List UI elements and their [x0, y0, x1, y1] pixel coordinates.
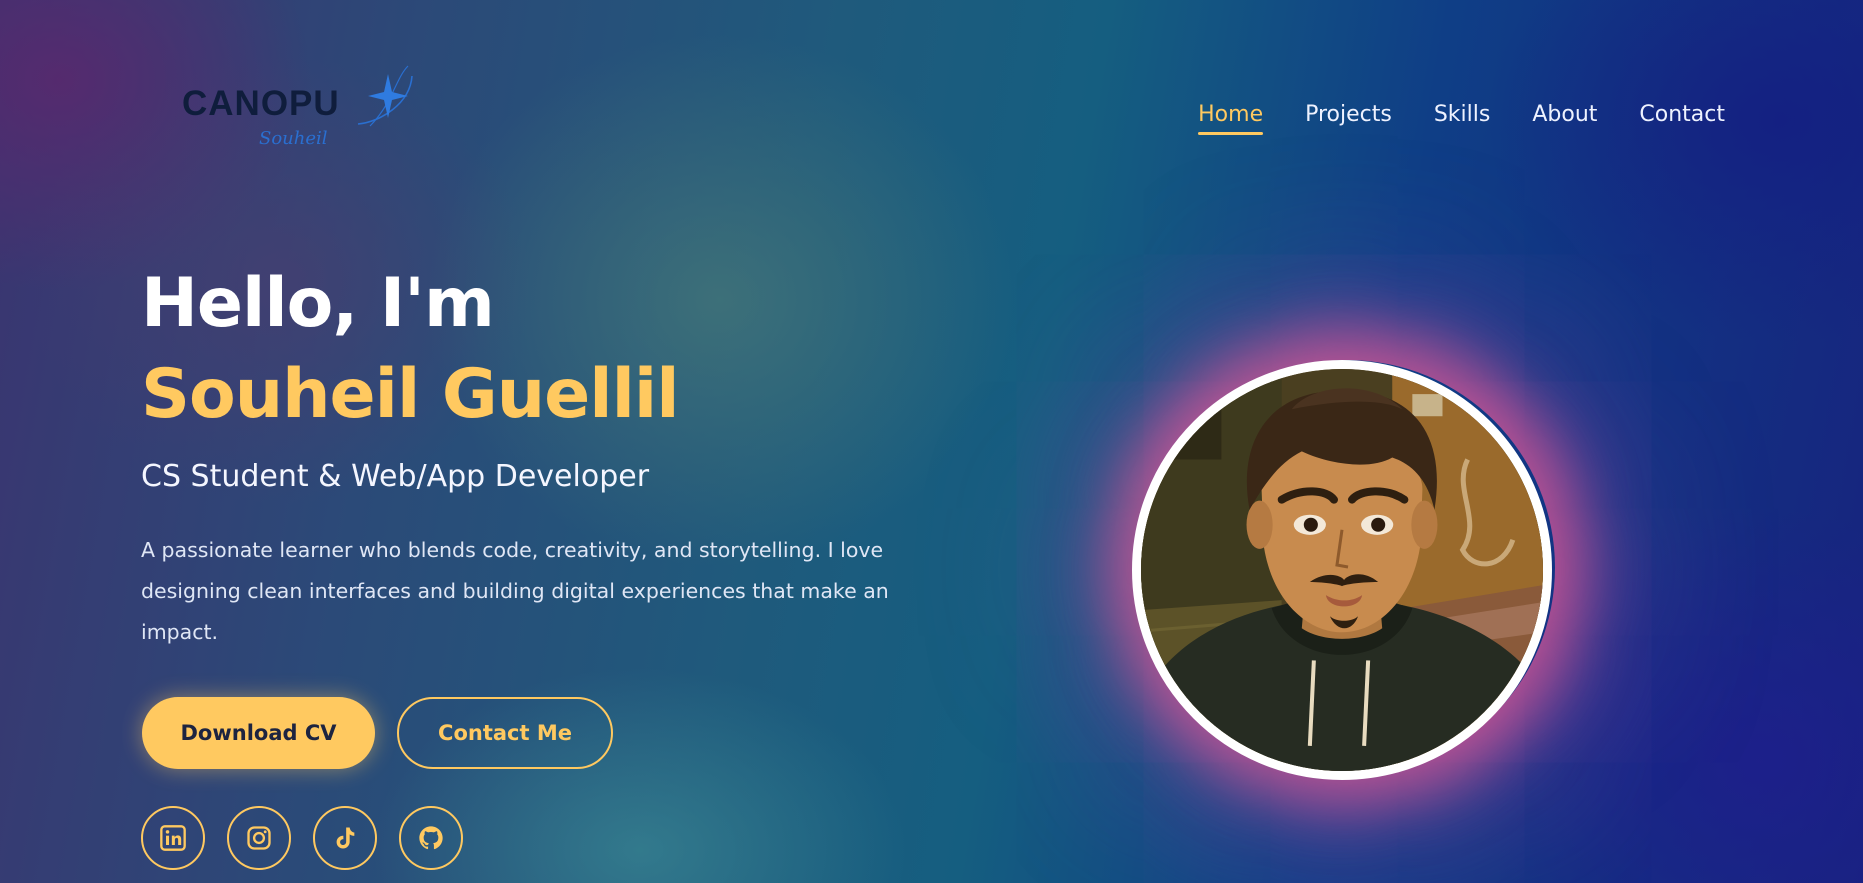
social-links — [141, 806, 463, 870]
nav-item-home[interactable]: Home — [1198, 102, 1263, 135]
nav-item-about[interactable]: About — [1532, 102, 1597, 133]
hero-description: A passionate learner who blends code, cr… — [141, 538, 889, 644]
tiktok-link[interactable] — [313, 806, 377, 870]
nav-item-skills[interactable]: Skills — [1434, 102, 1491, 133]
linkedin-link[interactable] — [141, 806, 205, 870]
avatar-illustration — [1141, 369, 1543, 771]
github-link[interactable] — [399, 806, 463, 870]
hero-greeting: Hello, I'm — [141, 264, 495, 343]
logo-signature: Souheil — [259, 128, 328, 149]
profile-avatar — [1132, 360, 1552, 780]
nav-item-contact[interactable]: Contact — [1639, 102, 1725, 133]
instagram-icon — [247, 826, 271, 850]
download-cv-button[interactable]: Download CV — [142, 697, 375, 769]
instagram-link[interactable] — [227, 806, 291, 870]
github-icon — [419, 826, 443, 850]
tiktok-icon — [336, 827, 355, 849]
logo-wordmark: CANOPU — [182, 84, 340, 123]
contact-me-button[interactable]: Contact Me — [397, 697, 613, 769]
linkedin-icon — [160, 825, 186, 851]
nav-item-projects[interactable]: Projects — [1305, 102, 1392, 133]
main-nav: Home Projects Skills About Contact — [1198, 102, 1725, 135]
hero-name: Souheil Guellil — [141, 355, 679, 434]
star-icon — [357, 65, 413, 127]
hero-title: Hello, I'm Souheil Guellil — [141, 258, 781, 440]
hero-subtitle: CS Student & Web/App Developer — [141, 459, 650, 494]
site-logo[interactable]: CANOPU Souheil — [182, 64, 422, 154]
